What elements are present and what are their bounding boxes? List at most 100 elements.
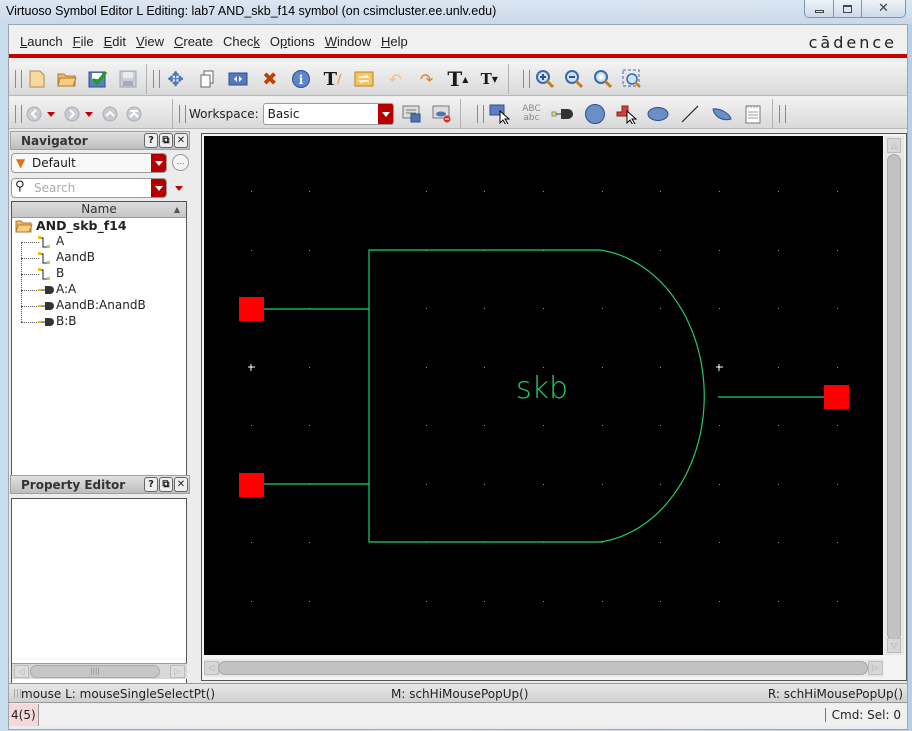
redo-icon[interactable]: ↷: [414, 66, 439, 92]
zoom-fit-icon[interactable]: [591, 66, 614, 92]
move-icon[interactable]: ✥: [163, 66, 188, 92]
menu-bar: Launch File Edit View Create Check Options Wind…: [9, 25, 907, 58]
smaller-text-icon[interactable]: T ▼: [477, 66, 502, 92]
open-icon[interactable]: [55, 66, 79, 92]
column-header-label: Name: [81, 202, 117, 216]
grid-dot: [309, 191, 310, 192]
tree-item[interactable]: B: [12, 266, 186, 282]
menu-launch[interactable]: Launch: [20, 34, 63, 49]
line-icon[interactable]: [677, 101, 703, 127]
help-icon: ?: [148, 479, 154, 490]
chevron-down-icon: [151, 179, 166, 197]
select-icon[interactable]: [487, 101, 513, 127]
scroll-left-button[interactable]: ◁: [14, 665, 29, 678]
back-icon[interactable]: [25, 101, 43, 127]
scroll-left-button[interactable]: ◁: [204, 661, 219, 675]
pin-icon[interactable]: [550, 101, 576, 127]
scroll-down-button[interactable]: ▽: [887, 638, 901, 653]
scroll-thumb[interactable]: ||||: [30, 665, 160, 678]
delete-icon[interactable]: ✖: [257, 66, 282, 92]
arc-icon[interactable]: [709, 101, 735, 127]
close-icon: ✕: [176, 135, 186, 146]
grid-dot: [719, 308, 720, 309]
zoom-out-icon[interactable]: [562, 66, 585, 92]
scroll-right-button[interactable]: ▷: [868, 661, 883, 675]
new-icon[interactable]: [25, 66, 49, 92]
maximize-button[interactable]: [833, 0, 861, 17]
grid-dot: [251, 425, 252, 426]
back-history-dropdown[interactable]: [47, 111, 55, 117]
filter-value: Default: [32, 156, 76, 170]
navigator-help-button[interactable]: ?: [144, 133, 158, 148]
workspace-select[interactable]: Basic: [262, 103, 395, 125]
search-options-dropdown[interactable]: [175, 186, 183, 191]
mouse-middle-binding: M: schHiMousePopUp(): [391, 687, 529, 701]
zoom-in-icon[interactable]: [533, 66, 556, 92]
property-help-button[interactable]: ?: [144, 477, 158, 492]
tree-root[interactable]: AND_skb_f14: [12, 218, 186, 234]
check-save-icon[interactable]: [86, 66, 110, 92]
properties-icon[interactable]: i: [288, 66, 313, 92]
tree-item-label: B: [56, 266, 65, 280]
grid-dot: [426, 191, 427, 192]
canvas-vscrollbar[interactable]: △ ▽: [884, 136, 904, 655]
undo-icon[interactable]: ↶: [383, 66, 408, 92]
selection-box-icon[interactable]: [614, 101, 640, 127]
grid-dot: [309, 250, 310, 251]
forward-history-dropdown[interactable]: [85, 111, 93, 117]
vscroll-thumb[interactable]: [887, 154, 901, 641]
navigator-filter-select[interactable]: ▼ Default: [11, 153, 167, 173]
property-float-button[interactable]: ⧉: [159, 477, 173, 492]
scroll-up-button[interactable]: △: [887, 138, 901, 153]
navigator-options-button[interactable]: …: [172, 154, 189, 171]
label-icon[interactable]: ABC abc: [519, 101, 545, 127]
zoom-area-icon[interactable]: [620, 66, 643, 92]
larger-text-icon[interactable]: T ▲: [445, 66, 470, 92]
navigator-float-button[interactable]: ⧉: [159, 133, 173, 148]
tree-item[interactable]: AandB: [12, 250, 186, 266]
tree-item-label: AandB: [56, 250, 96, 264]
property-close-button[interactable]: ✕: [174, 477, 188, 492]
notes-icon[interactable]: [740, 101, 766, 127]
column-header-name[interactable]: Name ▲: [12, 202, 186, 218]
circle-icon[interactable]: [582, 101, 608, 127]
up-icon[interactable]: [101, 101, 119, 127]
top-icon[interactable]: [125, 101, 143, 127]
tree-item[interactable]: A:A: [12, 282, 186, 298]
symbol-drawing: skb: [239, 191, 849, 602]
tree-item[interactable]: A: [12, 234, 186, 250]
copy-icon[interactable]: [194, 66, 219, 92]
hscroll-thumb[interactable]: [218, 661, 868, 675]
menu-file[interactable]: File: [73, 34, 94, 49]
grid-dot: [778, 367, 779, 368]
save-icon[interactable]: [116, 66, 140, 92]
menu-check[interactable]: Check: [223, 34, 260, 49]
menu-view[interactable]: View: [136, 34, 164, 49]
minimize-button[interactable]: [805, 0, 833, 17]
grid-dot: [602, 367, 603, 368]
ellipse-icon[interactable]: [645, 101, 671, 127]
tree-item[interactable]: B:B: [12, 314, 186, 330]
tree-item[interactable]: AandB:AnandB: [12, 298, 186, 314]
delete-workspace-icon[interactable]: [430, 101, 454, 127]
scroll-right-button[interactable]: ▷: [170, 665, 185, 678]
text-edit-icon[interactable]: T /: [320, 66, 345, 92]
forward-icon[interactable]: [63, 101, 81, 127]
rotate-icon[interactable]: [351, 66, 376, 92]
grid-dot: [660, 601, 661, 602]
navigator-search-input[interactable]: ⚲ Search: [11, 178, 167, 198]
navigator-close-button[interactable]: ✕: [174, 133, 188, 148]
window-controls: ✕: [804, 0, 906, 18]
menu-edit[interactable]: Edit: [104, 34, 126, 49]
save-workspace-icon[interactable]: [400, 101, 424, 127]
grid-dot: [309, 367, 310, 368]
close-button[interactable]: ✕: [861, 0, 905, 17]
menu-create[interactable]: Create: [174, 34, 213, 49]
menu-options[interactable]: Options: [270, 34, 315, 49]
property-hscrollbar[interactable]: ◁ |||| ▷: [12, 663, 187, 679]
stretch-icon[interactable]: [226, 66, 251, 92]
menu-window[interactable]: Window: [325, 34, 371, 49]
canvas-hscrollbar[interactable]: ◁ ▷: [204, 659, 883, 677]
menu-help[interactable]: Help: [381, 34, 408, 49]
design-canvas[interactable]: skb: [204, 136, 883, 655]
